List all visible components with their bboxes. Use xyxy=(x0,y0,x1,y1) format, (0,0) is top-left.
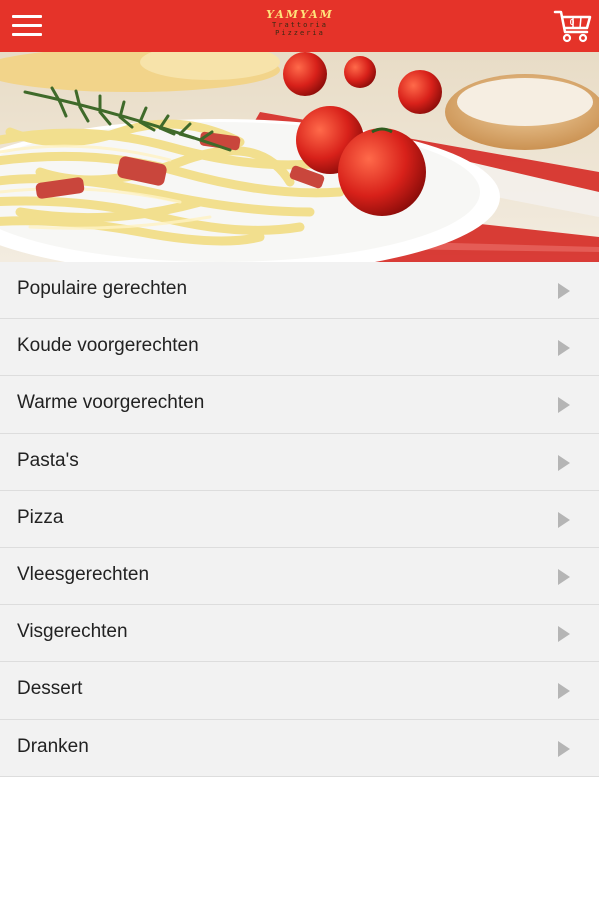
menu-bar-line xyxy=(12,15,42,18)
chevron-right-icon xyxy=(558,511,570,528)
chevron-right-icon xyxy=(558,626,570,643)
chevron-right-icon xyxy=(558,683,570,700)
menu-item-pizza[interactable]: Pizza xyxy=(0,490,599,548)
menu-item-dessert[interactable]: Dessert xyxy=(0,662,599,720)
menu-bar-line xyxy=(12,33,42,36)
chevron-right-icon xyxy=(558,340,570,357)
chevron-right-icon xyxy=(558,283,570,299)
menu-item-label: Dranken xyxy=(17,735,89,757)
shopping-cart-icon[interactable]: 0 xyxy=(553,8,593,44)
chevron-right-icon xyxy=(558,397,570,414)
chevron-right-icon xyxy=(558,568,570,585)
brand-logo[interactable]: YAMYAM Trattoria Pizzeria xyxy=(262,8,338,44)
menu-item-dranken[interactable]: Dranken xyxy=(0,719,599,777)
chevron-right-icon xyxy=(558,740,570,757)
menu-item-visgerechten[interactable]: Visgerechten xyxy=(0,605,599,663)
menu-item-warme-voorgerechten[interactable]: Warme voorgerechten xyxy=(0,376,599,434)
menu-item-pastas[interactable]: Pasta's xyxy=(0,433,599,491)
hero-pasta-image xyxy=(0,52,599,262)
pasta-dish-photo xyxy=(0,52,599,262)
menu-bar-line xyxy=(12,24,42,27)
logo-main-text: YAMYAM xyxy=(266,8,334,21)
cart-count-badge: 0 xyxy=(569,18,575,27)
menu-item-label: Pizza xyxy=(17,506,64,528)
menu-item-koude-voorgerechten[interactable]: Koude voorgerechten xyxy=(0,319,599,377)
menu-item-label: Visgerechten xyxy=(17,621,128,643)
menu-item-populaire-gerechten[interactable]: Populaire gerechten xyxy=(0,262,599,320)
menu-item-label: Koude voorgerechten xyxy=(17,335,199,357)
menu-item-label: Populaire gerechten xyxy=(17,278,188,299)
menu-item-label: Dessert xyxy=(17,678,83,700)
menu-item-vleesgerechten[interactable]: Vleesgerechten xyxy=(0,547,599,606)
hamburger-menu-icon[interactable] xyxy=(12,13,42,39)
logo-sub-text: Trattoria Pizzeria xyxy=(272,21,328,37)
app-header: YAMYAM Trattoria Pizzeria 0 xyxy=(0,0,599,52)
menu-item-label: Warme voorgerechten xyxy=(17,392,205,414)
category-menu-list: Populaire gerechten Koude voorgerechten … xyxy=(0,262,599,777)
menu-item-label: Pasta's xyxy=(17,449,79,471)
menu-item-label: Vleesgerechten xyxy=(17,563,150,585)
chevron-right-icon xyxy=(558,454,570,471)
